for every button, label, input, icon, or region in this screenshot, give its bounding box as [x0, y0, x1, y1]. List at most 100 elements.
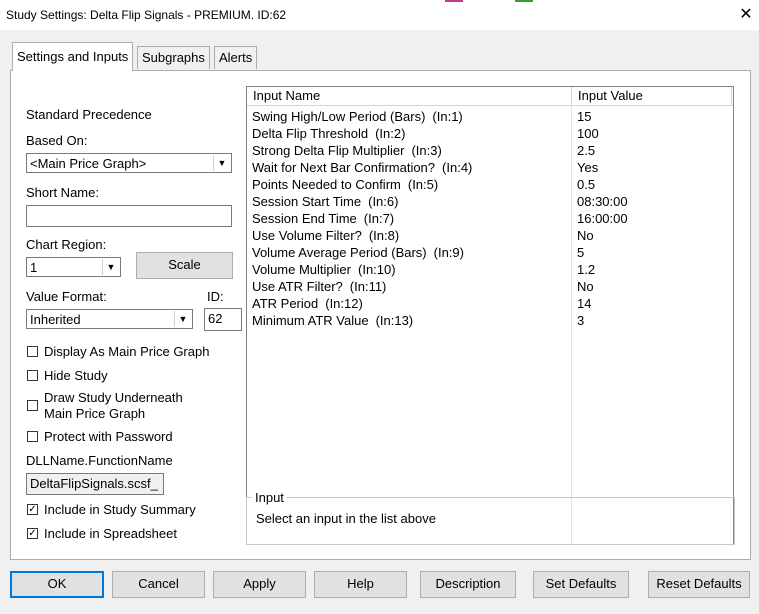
input-value: 0.5 [577, 177, 596, 192]
value-format-value: Inherited [30, 312, 81, 327]
cancel-button[interactable]: Cancel [112, 571, 205, 598]
dll-name-value: DeltaFlipSignals.scsf_ [30, 476, 158, 491]
scale-button[interactable]: Scale [136, 252, 233, 279]
input-tag: (In:1) [432, 109, 463, 124]
input-name-cell: Minimum ATR Value (In:13) [252, 312, 413, 329]
input-tag: (In:11) [349, 279, 387, 294]
value-format-label: Value Format: [26, 289, 107, 304]
standard-precedence-label: Standard Precedence [26, 107, 152, 122]
input-name: Volume Multiplier [252, 262, 351, 277]
include-spreadsheet-label: Include in Spreadsheet [44, 526, 177, 541]
input-value: 15 [577, 109, 592, 124]
input-name: Use Volume Filter? [252, 228, 362, 243]
inputs-list-header: Input Name Input Value [247, 87, 733, 106]
close-icon[interactable]: ✕ [735, 4, 757, 26]
input-name-cell: Wait for Next Bar Confirmation? (In:4) [252, 159, 472, 176]
input-row[interactable]: Session End Time (In:7) 16:00:00 [247, 210, 733, 227]
display-as-main-price-graph-label: Display As Main Price Graph [44, 344, 210, 359]
draw-study-underneath-label: Draw Study Underneath [44, 390, 183, 405]
input-hint-text: Select an input in the list above [256, 511, 436, 526]
input-row[interactable]: ATR Period (In:12) 14 [247, 295, 733, 312]
reset-defaults-button[interactable]: Reset Defaults [648, 571, 750, 598]
tab-alerts[interactable]: Alerts [214, 46, 258, 69]
input-groupbox-label: Input [252, 490, 287, 505]
input-name: Points Needed to Confirm [252, 177, 401, 192]
help-button[interactable]: Help [314, 571, 407, 598]
input-row[interactable]: Wait for Next Bar Confirmation? (In:4) Yes [247, 159, 733, 176]
apply-button[interactable]: Apply [213, 571, 306, 598]
input-tag: (In:9) [433, 245, 464, 260]
input-row[interactable]: Volume Average Period (Bars) (In:9) 5 [247, 244, 733, 261]
dll-name-field[interactable]: DeltaFlipSignals.scsf_ [26, 473, 164, 495]
input-tag: (In:13) [375, 313, 414, 328]
input-row[interactable]: Points Needed to Confirm (In:5) 0.5 [247, 176, 733, 193]
include-study-summary-checkbox[interactable]: ✓ [27, 504, 38, 515]
include-spreadsheet-checkbox[interactable]: ✓ [27, 528, 38, 539]
input-name-cell: Points Needed to Confirm (In:5) [252, 176, 438, 193]
tab-settings-and-inputs[interactable]: Settings and Inputs [12, 42, 134, 71]
input-row[interactable]: Session Start Time (In:6) 08:30:00 [247, 193, 733, 210]
input-name: ATR Period [252, 296, 319, 311]
input-row[interactable]: Use Volume Filter? (In:8) No [247, 227, 733, 244]
id-value: 62 [208, 311, 223, 326]
input-name-cell: Volume Average Period (Bars) (In:9) [252, 244, 464, 261]
id-input[interactable]: 62 [204, 308, 242, 331]
input-row[interactable]: Minimum ATR Value (In:13) 3 [247, 312, 733, 329]
short-name-input[interactable] [26, 205, 232, 227]
input-value: Yes [577, 160, 599, 175]
chart-region-label: Chart Region: [26, 237, 107, 252]
id-label: ID: [207, 289, 224, 304]
input-name-cell: Strong Delta Flip Multiplier (In:3) [252, 142, 442, 159]
input-tag: (In:3) [411, 143, 442, 158]
tab-subgraphs[interactable]: Subgraphs [137, 46, 210, 69]
input-row[interactable]: Use ATR Filter? (In:11) No [247, 278, 733, 295]
input-name-cell: Use ATR Filter? (In:11) [252, 278, 386, 295]
draw-study-underneath-label-line2: Main Price Graph [44, 406, 146, 421]
input-value: No [577, 279, 594, 294]
input-name-cell: Session Start Time (In:6) [252, 193, 398, 210]
input-name-cell: ATR Period (In:12) [252, 295, 363, 312]
display-as-main-price-graph-checkbox[interactable] [27, 346, 38, 357]
input-name: Wait for Next Bar Confirmation? [252, 160, 436, 175]
ok-button[interactable]: OK [10, 571, 104, 598]
input-value: 5 [577, 245, 585, 260]
input-name-cell: Session End Time (In:7) [252, 210, 394, 227]
protect-with-password-checkbox[interactable] [27, 431, 38, 442]
based-on-label: Based On: [26, 133, 88, 148]
input-tag: (In:10) [358, 262, 396, 277]
based-on-select[interactable]: <Main Price Graph> ▼ [26, 153, 232, 173]
input-row[interactable]: Delta Flip Threshold (In:2) 100 [247, 125, 733, 142]
input-name: Strong Delta Flip Multiplier [252, 143, 405, 158]
input-name: Minimum ATR Value [252, 313, 369, 328]
column-header-input-name[interactable]: Input Name [247, 87, 572, 105]
hide-study-checkbox[interactable] [27, 370, 38, 381]
chart-region-value: 1 [30, 260, 38, 275]
input-name: Volume Average Period (Bars) [252, 245, 427, 260]
input-name-cell: Volume Multiplier (In:10) [252, 261, 396, 278]
input-name-cell: Delta Flip Threshold (In:2) [252, 125, 405, 142]
draw-study-underneath-checkbox[interactable] [27, 400, 38, 411]
input-value: 1.2 [577, 262, 596, 277]
hide-study-label: Hide Study [44, 368, 108, 383]
description-button[interactable]: Description [420, 571, 516, 598]
based-on-value: <Main Price Graph> [30, 156, 147, 171]
chevron-down-icon: ▼ [174, 311, 191, 327]
input-row[interactable]: Volume Multiplier (In:10) 1.2 [247, 261, 733, 278]
input-tag: (In:4) [442, 160, 473, 175]
input-value: 08:30:00 [577, 194, 628, 209]
input-tag: (In:7) [363, 211, 395, 226]
column-header-input-value[interactable]: Input Value [572, 87, 732, 105]
chart-region-select[interactable]: 1 ▼ [26, 257, 121, 277]
input-value: 14 [577, 296, 592, 311]
input-tag: (In:8) [368, 228, 400, 243]
value-format-select[interactable]: Inherited ▼ [26, 309, 193, 329]
set-defaults-button[interactable]: Set Defaults [533, 571, 629, 598]
input-row[interactable]: Swing High/Low Period (Bars) (In:1) 15 [247, 108, 733, 125]
input-tag: (In:2) [375, 126, 406, 141]
input-name: Swing High/Low Period (Bars) [252, 109, 426, 124]
input-name-cell: Swing High/Low Period (Bars) (In:1) [252, 108, 463, 125]
input-value: 2.5 [577, 143, 596, 158]
include-study-summary-label: Include in Study Summary [44, 502, 196, 517]
input-tag: (In:5) [407, 177, 439, 192]
input-row[interactable]: Strong Delta Flip Multiplier (In:3) 2.5 [247, 142, 733, 159]
